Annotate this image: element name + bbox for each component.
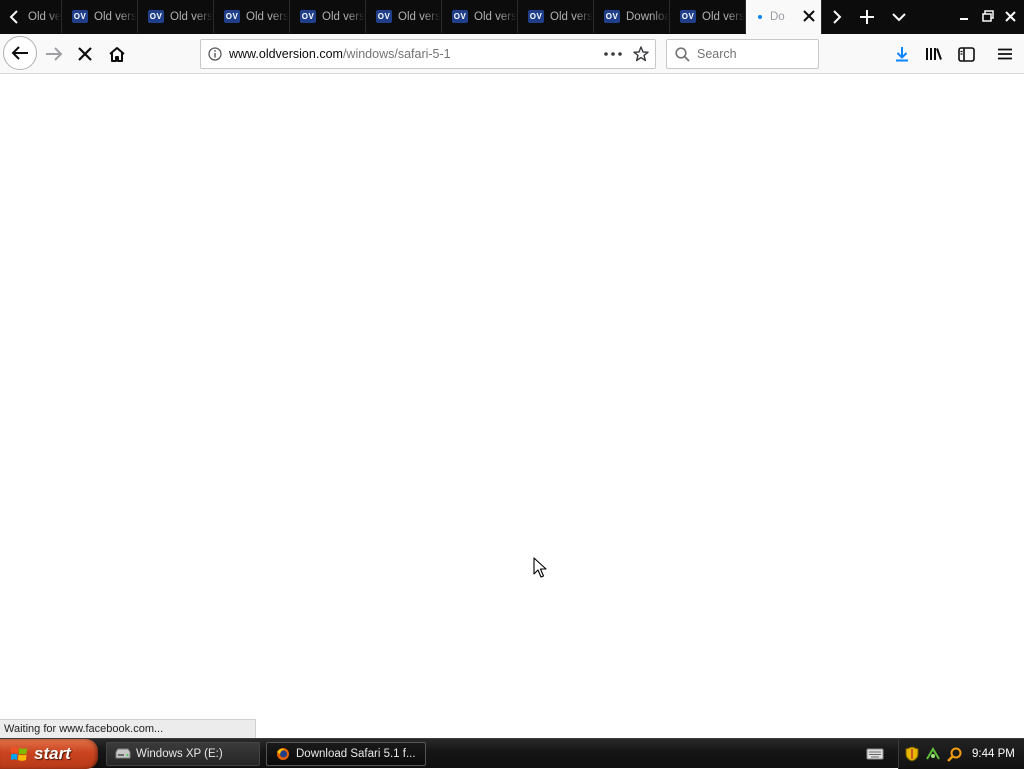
- info-icon: [208, 47, 222, 61]
- tab-title: Old version: [94, 10, 137, 23]
- site-info-button[interactable]: [201, 47, 229, 61]
- firefox-icon: [277, 748, 289, 760]
- hamburger-menu-icon: [998, 48, 1012, 60]
- close-icon: [803, 10, 815, 22]
- stop-button[interactable]: [69, 38, 101, 70]
- oldversion-favicon-icon: OV: [376, 10, 392, 23]
- security-shield-icon[interactable]: [904, 746, 920, 762]
- mouse-cursor-icon: [533, 557, 547, 578]
- sidebar-icon: [957, 46, 975, 62]
- back-arrow-icon: [11, 46, 28, 60]
- close-icon: [1004, 10, 1016, 22]
- system-tray: 9:44 PM: [898, 739, 1024, 769]
- tab[interactable]: OV Old version: [670, 0, 746, 33]
- oldversion-favicon-icon: OV: [148, 10, 164, 23]
- page-content: Waiting for www.facebook.com...: [0, 75, 1024, 738]
- restore-button[interactable]: [978, 5, 998, 27]
- tab-title: Download: [626, 10, 669, 23]
- taskbar-item-windows-xp-drive[interactable]: Windows XP (E:): [106, 742, 260, 766]
- bookmark-star-button[interactable]: [627, 40, 655, 68]
- taskbar-item-label: Windows XP (E:): [136, 748, 223, 760]
- tab-title: Old version: [702, 10, 745, 23]
- page-actions-button[interactable]: [599, 40, 627, 68]
- taskbar-item-label: Download Safari 5.1 f...: [296, 748, 416, 760]
- restore-icon: [982, 10, 994, 22]
- scroll-tabs-right-button[interactable]: [822, 0, 852, 33]
- home-button[interactable]: [101, 38, 133, 70]
- taskbar-item-firefox[interactable]: Download Safari 5.1 f...: [266, 742, 426, 766]
- library-button[interactable]: [920, 40, 948, 68]
- url-text[interactable]: www.oldversion.com/windows/safari-5-1: [229, 47, 599, 61]
- new-tab-button[interactable]: [852, 0, 882, 33]
- tab[interactable]: OV Old version: [214, 0, 290, 33]
- tab-title: Old version: [28, 10, 61, 23]
- forward-arrow-icon: [46, 47, 63, 61]
- windows-taskbar: start Windows XP (E:) Download Safari 5.…: [0, 738, 1024, 769]
- back-button[interactable]: [3, 36, 37, 70]
- download-arrow-icon: [896, 47, 908, 62]
- tab-strip: Old versionOVOld versionOVOld versionOVO…: [0, 0, 1024, 34]
- oldversion-favicon-icon: OV: [680, 10, 696, 23]
- clock: 9:44 PM: [972, 748, 1015, 760]
- tab-title: Old version: [322, 10, 365, 23]
- forward-button[interactable]: [38, 38, 70, 70]
- list-all-tabs-button[interactable]: [884, 0, 914, 33]
- close-window-button[interactable]: [1000, 5, 1020, 27]
- close-tab-button[interactable]: [801, 8, 817, 24]
- oldversion-favicon-icon: OV: [604, 10, 620, 23]
- chevron-down-icon: [892, 12, 906, 21]
- tab[interactable]: OV Old version: [62, 0, 138, 33]
- tab[interactable]: OV Old version: [366, 0, 442, 33]
- minimize-button[interactable]: [954, 5, 974, 27]
- tab-title: Old version: [550, 10, 593, 23]
- tab[interactable]: OV Old version: [138, 0, 214, 33]
- main-menu-button[interactable]: [991, 40, 1019, 68]
- sidebar-toggle-button[interactable]: [952, 40, 980, 68]
- search-tray-icon[interactable]: [946, 746, 962, 762]
- stop-x-icon: [78, 47, 92, 61]
- library-icon: [926, 48, 942, 60]
- loading-indicator-icon: [758, 15, 762, 19]
- oldversion-favicon-icon: OV: [300, 10, 316, 23]
- downloads-button[interactable]: [888, 40, 916, 68]
- tab-title: Old version: [474, 10, 517, 23]
- oldversion-favicon-icon: OV: [72, 10, 88, 23]
- tab-title: Old version: [170, 10, 213, 23]
- tab-title: Old version: [398, 10, 441, 23]
- tab[interactable]: OV Old version: [518, 0, 594, 33]
- search-input[interactable]: [697, 47, 807, 61]
- search-icon: [667, 46, 697, 62]
- tab[interactable]: OV Old version: [290, 0, 366, 33]
- url-host: www.oldversion.com: [229, 47, 343, 61]
- url-path: /windows/safari-5-1: [342, 47, 451, 61]
- start-label: start: [34, 744, 71, 763]
- more-dots-icon: [604, 52, 622, 56]
- chevron-right-icon: [833, 9, 842, 24]
- oldversion-favicon-icon: OV: [224, 10, 240, 23]
- tab[interactable]: OV Old version: [442, 0, 518, 33]
- tab[interactable]: OV Download: [594, 0, 670, 33]
- chevron-left-icon: [9, 9, 18, 24]
- network-icon[interactable]: [925, 746, 941, 762]
- keyboard-icon[interactable]: [866, 747, 884, 761]
- oldversion-favicon-icon: OV: [452, 10, 468, 23]
- status-panel: Waiting for www.facebook.com...: [0, 719, 256, 738]
- navigation-toolbar: www.oldversion.com/windows/safari-5-1: [0, 34, 1024, 74]
- search-bar[interactable]: [666, 39, 819, 69]
- tab-active[interactable]: Do: [746, 0, 822, 34]
- tab[interactable]: Old version: [24, 0, 62, 33]
- star-icon: [633, 46, 649, 62]
- start-button[interactable]: start: [0, 739, 98, 769]
- oldversion-favicon-icon: OV: [528, 10, 544, 23]
- url-bar[interactable]: www.oldversion.com/windows/safari-5-1: [200, 39, 656, 69]
- minimize-icon: [960, 18, 968, 20]
- drive-icon: [115, 748, 131, 759]
- tab-title: Old version: [246, 10, 289, 23]
- windows-logo-icon: [11, 747, 27, 761]
- plus-icon: [860, 9, 874, 24]
- home-icon: [109, 46, 125, 62]
